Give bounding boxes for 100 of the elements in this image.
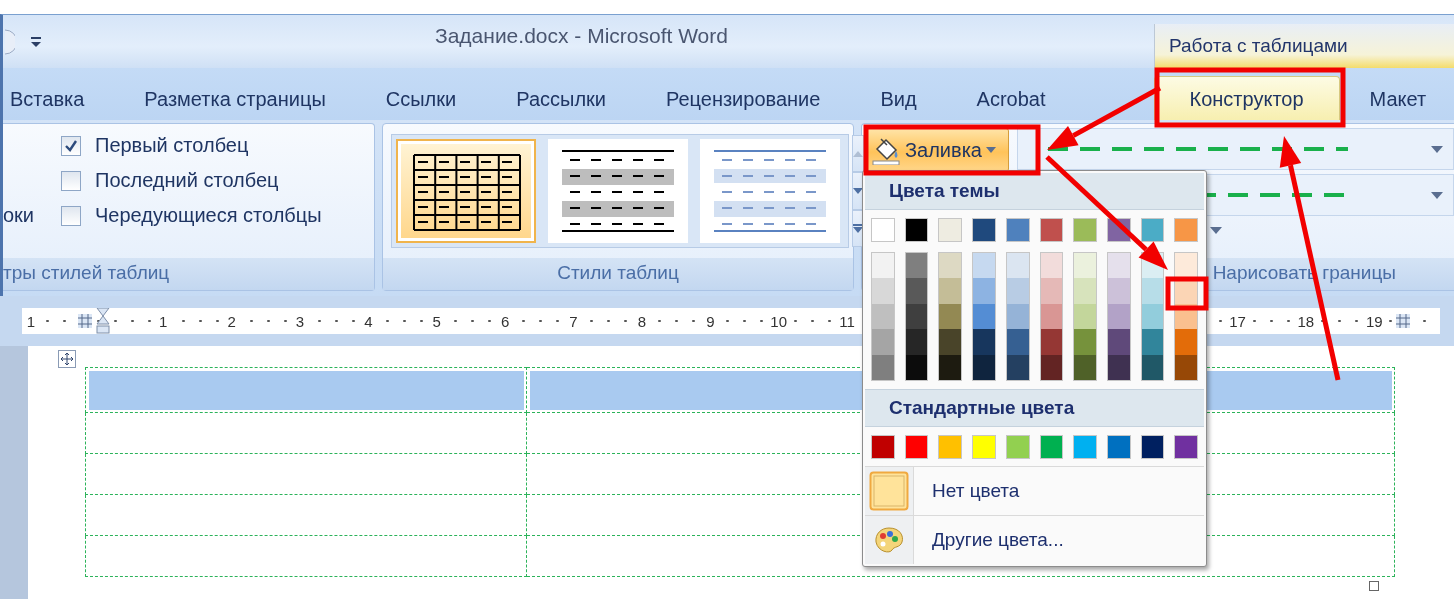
color-swatch[interactable] [905, 329, 928, 355]
color-swatch[interactable] [1141, 329, 1164, 355]
menu-item[interactable]: Нет цвета [865, 465, 1204, 515]
table-style-option[interactable] [396, 139, 536, 243]
color-swatch[interactable] [1175, 354, 1198, 380]
checkbox-label: Последний столбец [95, 169, 279, 192]
color-swatch[interactable] [1006, 329, 1029, 355]
color-swatch[interactable] [872, 303, 894, 330]
color-swatch[interactable] [1107, 354, 1130, 380]
color-swatch[interactable] [905, 303, 928, 330]
ribbon-tab[interactable]: Разметка страницы [114, 76, 356, 120]
color-swatch[interactable] [1106, 434, 1131, 459]
contextual-tab-group: Работа с таблицами [1154, 24, 1454, 68]
color-swatch[interactable] [939, 278, 962, 304]
color-swatch[interactable] [1006, 253, 1029, 279]
color-swatch[interactable] [872, 278, 894, 304]
color-swatch[interactable] [1006, 303, 1029, 330]
color-swatch[interactable] [1040, 253, 1063, 279]
ribbon-tab[interactable]: Ссылки [355, 76, 487, 120]
color-swatch[interactable] [1107, 329, 1130, 355]
color-swatch[interactable] [1074, 253, 1096, 279]
color-swatch[interactable] [905, 354, 928, 380]
line-style-dropdown[interactable] [1017, 128, 1454, 170]
color-swatch[interactable] [973, 354, 995, 380]
color-swatch[interactable] [1175, 329, 1198, 355]
color-swatch[interactable] [1005, 434, 1030, 459]
color-swatch[interactable] [1006, 354, 1029, 380]
checkbox[interactable] [61, 170, 81, 191]
color-swatch[interactable] [871, 434, 895, 459]
window-title: Задание.docx - Microsoft Word [435, 23, 729, 49]
color-swatch[interactable] [1040, 278, 1063, 304]
menu-item[interactable]: Другие цвета... [865, 514, 1204, 564]
color-swatch[interactable] [938, 218, 963, 242]
color-swatch[interactable] [904, 434, 929, 459]
color-swatch[interactable] [1140, 218, 1165, 242]
color-swatch[interactable] [1074, 329, 1096, 355]
paint-bucket-icon [871, 135, 901, 165]
color-swatch[interactable] [905, 278, 928, 304]
color-swatch[interactable] [1040, 329, 1063, 355]
up-arrow-icon [853, 150, 863, 157]
color-swatch[interactable] [904, 218, 929, 242]
color-swatch[interactable] [1175, 253, 1198, 279]
palette-icon [874, 525, 904, 554]
color-swatch[interactable] [1039, 218, 1064, 242]
color-swatch[interactable] [1040, 354, 1063, 380]
color-swatch[interactable] [972, 434, 996, 459]
color-swatch[interactable] [872, 329, 894, 355]
color-swatch[interactable] [1141, 278, 1164, 304]
color-swatch[interactable] [1141, 354, 1164, 380]
color-swatch[interactable] [1174, 218, 1199, 242]
caret-icon [986, 147, 996, 153]
color-swatch[interactable] [1140, 434, 1165, 459]
color-swatch[interactable] [1141, 303, 1164, 330]
color-swatch[interactable] [872, 253, 894, 279]
indent-marker-icon [96, 308, 110, 334]
caret-icon [1431, 145, 1443, 153]
color-swatch[interactable] [872, 354, 894, 380]
color-swatch[interactable] [1074, 354, 1096, 380]
scroll-up-button[interactable] [852, 135, 864, 173]
ribbon-tab[interactable]: Рецензирование [635, 76, 851, 120]
ribbon-tab[interactable]: Вставка [3, 76, 115, 120]
more-arrow-icon [853, 223, 863, 233]
color-swatch[interactable] [1006, 278, 1029, 304]
color-swatch[interactable] [1039, 434, 1064, 459]
color-swatch[interactable] [1073, 434, 1097, 459]
color-swatch[interactable] [1107, 303, 1130, 330]
color-swatch[interactable] [973, 329, 995, 355]
color-swatch[interactable] [938, 434, 963, 459]
checkbox[interactable] [61, 205, 81, 226]
color-swatch[interactable] [1073, 218, 1097, 242]
color-swatch[interactable] [939, 329, 962, 355]
color-swatch[interactable] [939, 354, 962, 380]
section-header: Цвета темы [865, 173, 1204, 210]
ribbon-tab[interactable]: Конструктор [1153, 76, 1340, 120]
color-swatch[interactable] [1074, 278, 1096, 304]
color-swatch[interactable] [973, 278, 995, 304]
table-style-option[interactable] [548, 139, 688, 243]
color-swatch[interactable] [1040, 303, 1063, 330]
color-swatch[interactable] [972, 218, 996, 242]
group-label: Стили таблиц [383, 258, 853, 290]
ribbon-tab[interactable]: Макет [1348, 76, 1436, 120]
color-swatch[interactable] [973, 253, 995, 279]
group-label: тры стилей таблиц [3, 258, 374, 290]
color-swatch[interactable] [1174, 434, 1199, 459]
color-swatch[interactable] [905, 253, 928, 279]
highlight-frame [1165, 276, 1209, 311]
color-swatch[interactable] [871, 218, 895, 242]
color-swatch[interactable] [1107, 278, 1130, 304]
ribbon-tab[interactable]: Рассылки [486, 76, 636, 120]
ribbon-tab[interactable]: Вид [850, 76, 947, 120]
color-swatch[interactable] [1005, 218, 1030, 242]
checkbox[interactable] [61, 135, 81, 156]
color-swatch[interactable] [1107, 253, 1130, 279]
checkbox-label: Первый столбец [95, 134, 249, 157]
checkmark-icon [64, 138, 78, 153]
color-swatch[interactable] [939, 303, 962, 330]
color-swatch[interactable] [973, 303, 995, 330]
ribbon-tab[interactable]: Acrobat [946, 76, 1076, 120]
color-swatch[interactable] [939, 253, 962, 279]
color-swatch[interactable] [1074, 303, 1096, 330]
